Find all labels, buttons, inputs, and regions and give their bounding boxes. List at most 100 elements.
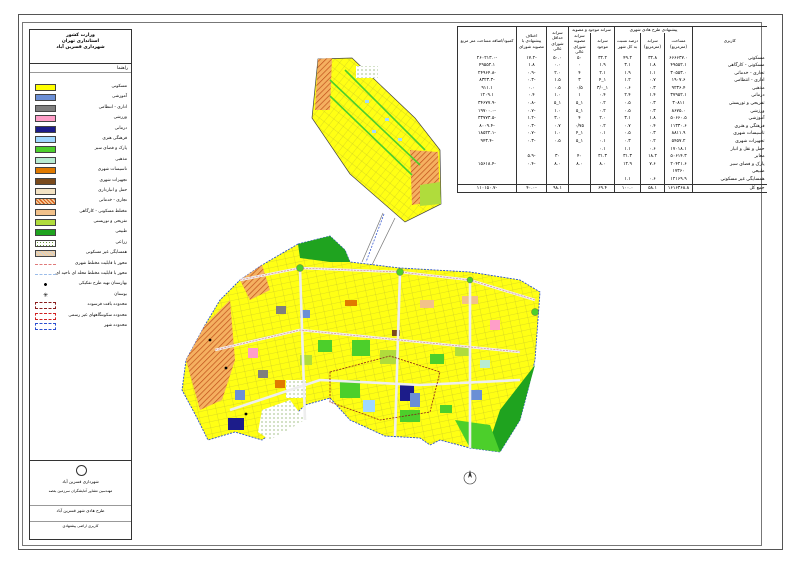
legend-swatch: ✳ [42,291,49,299]
table-cell-pc: ۰.۳ [640,84,665,93]
table-cell-pc [640,168,665,176]
table-cell-diff: -۰.۷ [516,107,547,116]
table-cell-ex [590,176,615,185]
legend-item: حمل و انبارداری [30,186,131,196]
table-cell-ap: ۱_۵ [567,100,591,108]
table-cell-pct: ۳.۱ [614,62,641,70]
table-row: تجاری - خدماتی ۳۰۵۵۳.۰ ۱.۱ ۱.۹ ۲.۱ ۴ ۲.۰ -۰.۹ -۲… [457,69,767,78]
table-cell-pct: ۱.۲ [614,77,641,85]
table-cell-diff: -۰.۷ [516,130,547,139]
col-per-capita: سرانه (مترمربع) [640,32,665,55]
table-cell-name: درمانی [692,92,767,101]
legend-footer: شهرداری قسرین آباد مهندسین مشاور آمایشگر… [30,460,131,539]
table-cell-def: -۳۴۶۷۷.۹ [457,100,517,108]
table-cell-mn: ۱.۰ [546,92,569,101]
table-cell-ap: ۰/۵ [567,84,591,93]
table-cell-ap: ۰ [567,62,591,70]
table-cell-name: جمع کل [692,183,767,194]
table-cell-diff: -۵.۹ [516,153,547,161]
legend-item: مسکونی [30,82,131,92]
table-cell-area: ۸۶۷۵.۰ [664,107,693,116]
legend-swatch [35,94,56,102]
table-cell-mn: ۳۰ [546,153,569,161]
table-cell-def: -۱۵۶۱۸.۴ [457,160,517,169]
table-cell-pct: ۲.۴ [614,92,641,101]
table-cell-diff: ۱.۸ [516,62,547,70]
legend-swatch [35,125,56,133]
table-cell-pct: ۰.۵ [614,130,641,139]
table-cell-ap: ۱_۴ [567,130,591,139]
table-cell-def: -۳۳۷۷۳.۵ [457,115,517,123]
legend-label: زراعی [115,239,128,245]
table-cell-pc: ۱.۸ [640,62,665,70]
table-cell-name: تجهیزات شهری [692,138,767,146]
legend-item: بهارستان تهیه طرح تفکیکی [30,279,131,289]
table-cell-ex: ۳۱.۳ [590,153,615,161]
legend-label: محور با قابلیت مختلط محله ای ناحیه ای [55,271,127,277]
connector-road [361,212,396,266]
table-cell-pct: ۱.۱ [614,176,641,185]
table-cell-def: -۱۱۰۱۵۰.۷ [457,183,517,194]
table-cell-ex: ۲.۱ [590,69,615,78]
legend-label: همسایگی غیر مسکونی [85,250,127,256]
table-cell-ex: ۰.۲ [590,122,615,131]
table-cell-pc: ۳۲.۸ [640,54,665,63]
legend-item: محدوده شهر [30,321,131,331]
legend-swatch [35,104,56,112]
table-cell-name: تجاری - خدماتی [692,69,767,78]
table-row: همسایگی غیر مسکونی ۱۲۱۶۹.۹ ۰.۶ ۱.۱ [457,176,767,185]
table-cell-pct: ۱۲.۹ [614,160,641,169]
legend-swatch [35,239,56,247]
legend-item: پارک و فضای سبز [30,144,131,154]
col-min: سرانه حداقل شورای عالی [546,26,569,55]
table-cell-ap: ۱_۵ [567,107,591,116]
legend-item: مختلط مسکونی - کارگاهی [30,207,131,217]
table-cell-ap [567,145,591,154]
legend-label: محدوده بافت فرسوده [87,302,128,308]
legend-label: بوستان [114,291,127,297]
col-area: مساحت (مترمربع) [664,32,693,55]
table-cell-mn: ۵۰.۰ [546,54,569,63]
table-cell-ex: ۱.۹ [590,62,615,70]
legend-item: فرهنگی هنری [30,134,131,144]
table-cell-area: ۱۶۱۶۳۶۸.۸ [664,183,693,194]
legend-label: ورزشی [113,115,127,121]
legend-label: تجهیزات شهری [99,177,127,183]
table-cell-ap: ۰/۷۵ [567,122,591,131]
table-cell-diff: -۰.۳ [516,138,547,146]
table-row: تاسیسات شهری ۸۸۱۱.۹ ۰.۳ ۰.۵ ۰.۱ ۱_۴ ۱.۰ -۰.۷ -۱۸… [457,130,767,139]
table-cell-name: مذهبی [692,84,767,93]
table-cell-pct: ۱۰۰.۰ [614,183,641,194]
table-cell-diff: ۰.۰ [516,84,547,93]
north-arrow-icon [463,470,477,485]
table-row: فرهنگی و هنری ۱۱۳۳۰.۶ ۰.۴ ۰.۷ ۰.۲ ۰/۷۵ ۰.۷ -۰.۳… [457,122,767,131]
legend-item: ✳ بوستان [30,290,131,300]
table-cell-pc: ۰.۳ [640,107,665,116]
legend-items: مسکونی آموزشی اداری - انتظامی ورزشی درمانی فر… [30,82,131,331]
legend-swatch [35,208,56,216]
legend-swatch [35,167,56,175]
table-row: اداری - انتظامی ۱۹۰۷.۶ ۰.۷ ۱.۲ ۱_۴ ۳ ۱.۵ -۰.۳ -۸… [457,77,767,85]
table-cell-area: ۱۷۳۶۰ [664,168,693,176]
footer-project: طرح هادی شهر قسرین آباد [30,505,131,513]
legend-swatch [35,84,56,91]
table-total-row: جمع کل ۱۶۱۶۳۶۸.۸ ۵۸.۱ ۱۰۰.۰ ۶۹.۴ ۹۸.۱ -۴۰.۰ -۱۱… [457,183,767,194]
table-row: درمانی ۳۷۹۵۲.۱ ۱.۴ ۲.۴ ۰.۴ ۱ ۱.۰ ۰.۴ ۱۲۰۹.۱ [457,92,767,101]
table-cell-def: -۱۹۷۰۰.۰ [457,107,517,116]
table-cell-ex: ۰.۱ [590,130,615,139]
table-cell-ap [567,183,591,194]
legend-swatch [35,302,56,310]
table-cell-diff [516,176,547,185]
table-cell-name: مسکونی - کارگاهی [692,62,767,70]
footer-consultant: مهندسین مشاور آمایشگران سرزمین بعصه [48,489,113,493]
table-cell-ap: ۱_۵ [567,138,591,146]
table-cell-mn: ۱_۵ [546,100,569,108]
legend-swatch [35,281,56,289]
table-row: ورزشی ۸۶۷۵.۰ ۰.۳ ۰.۵ ۰.۲ ۱_۵ ۱.۰ -۰.۷ -۱۹۷۰۰.۰ [457,107,767,116]
table-cell-name: معابر [692,153,767,161]
table-cell-pct: ۰.۳ [614,138,641,146]
legend-swatch [35,219,56,227]
table-cell-mn: ۰.۵ [546,138,569,146]
table-cell-ap: ۴ [567,115,591,123]
land-use-table: کاربری پیشنهادی طرح هادی شهری سرانه موجو… [457,26,767,244]
